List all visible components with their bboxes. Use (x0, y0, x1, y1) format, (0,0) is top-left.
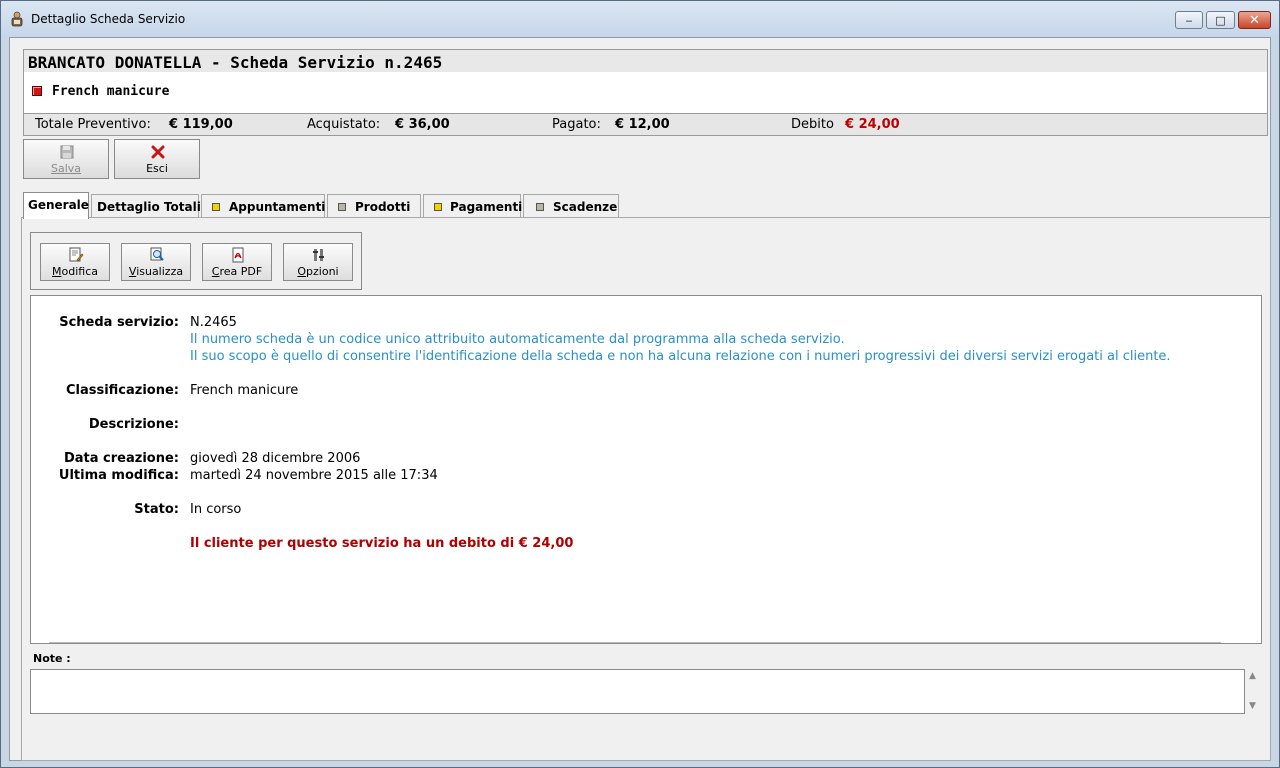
exit-label: Esci (146, 162, 168, 175)
ultima-modifica-label: Ultima modifica: (58, 468, 179, 483)
client-area: BRANCATO DONATELLA - Scheda Servizio n.2… (9, 37, 1271, 761)
scroll-up-icon[interactable]: ▲ (1249, 671, 1256, 681)
minimize-button[interactable]: ‒ (1175, 11, 1203, 29)
tab-pagamenti[interactable]: Pagamenti (423, 194, 523, 218)
data-creazione-label: Data creazione: (63, 451, 179, 466)
note-label: Note : (33, 652, 71, 665)
total-preventivo-label: Totale Preventivo: (35, 117, 151, 132)
modifica-label: Modifica (52, 265, 98, 278)
ultima-modifica-value: martedì 24 novembre 2015 alle 17:34 (190, 468, 438, 483)
data-creazione-value: giovedì 28 dicembre 2006 (190, 451, 361, 466)
red-marker-icon (32, 86, 42, 96)
edit-document-icon (68, 247, 84, 263)
scroll-down-icon[interactable]: ▼ (1249, 701, 1256, 711)
tab-appuntamenti[interactable]: Appuntamenti (201, 194, 325, 218)
gray-marker-icon (536, 203, 544, 211)
save-button[interactable]: Salva (23, 139, 109, 179)
stato-label: Stato: (134, 502, 179, 517)
pdf-icon (230, 247, 246, 263)
tab-label: Pagamenti (450, 200, 523, 214)
inner-toolbar: Modifica Visualizza Crea PDF Opzioni (30, 232, 362, 290)
maximize-button[interactable]: □ (1206, 11, 1235, 29)
gray-marker-icon (338, 203, 346, 211)
modifica-button[interactable]: Modifica (40, 243, 110, 281)
totals-bar: Totale Preventivo: € 119,00 Acquistato: … (23, 113, 1268, 136)
tab-panel-generale: Modifica Visualizza Crea PDF Opzioni Sch… (21, 217, 1271, 761)
magnifier-icon (149, 247, 165, 263)
tab-label: Generale (28, 198, 89, 212)
app-person-icon (11, 11, 23, 27)
yellow-marker-icon (212, 203, 220, 211)
tab-prodotti[interactable]: Prodotti (327, 194, 421, 218)
debt-warning: Il cliente per questo servizio ha un deb… (190, 536, 574, 551)
title-bar[interactable]: Dettaglio Scheda Servizio ‒ □ ✕ (1, 1, 1279, 37)
acquistato-label: Acquistato: (307, 117, 381, 132)
note-scrollbar[interactable]: ▲ ▼ (1247, 669, 1261, 714)
classificazione-label: Classificazione: (65, 383, 179, 398)
tab-dettaglio-totali[interactable]: Dettaglio Totali (91, 194, 201, 218)
pagato-label: Pagato: (552, 117, 601, 132)
descrizione-label: Descrizione: (88, 417, 179, 432)
opzioni-button[interactable]: Opzioni (283, 243, 353, 281)
close-button[interactable]: ✕ (1238, 11, 1271, 29)
classificazione-value: French manicure (190, 383, 299, 398)
tab-label: Prodotti (355, 200, 411, 214)
crea-pdf-label: Crea PDF (211, 265, 263, 278)
tab-label: Scadenze (553, 200, 618, 214)
tab-label: Appuntamenti (229, 200, 326, 214)
total-preventivo-value: € 119,00 (169, 117, 233, 132)
scheda-note-line-1: Il numero scheda è un codice unico attri… (190, 332, 845, 347)
debito-label: Debito (791, 117, 834, 132)
divider (49, 642, 1221, 643)
stato-value: In corso (190, 502, 242, 517)
scheda-servizio-value: N.2465 (190, 315, 237, 330)
app-window: Dettaglio Scheda Servizio ‒ □ ✕ BRANCATO… (0, 0, 1280, 768)
classification-label: French manicure (52, 84, 170, 99)
visualizza-label: Visualizza (128, 265, 184, 278)
window-title: Dettaglio Scheda Servizio (31, 12, 186, 26)
tab-generale[interactable]: Generale (23, 192, 89, 219)
minimize-icon: ‒ (1185, 13, 1193, 27)
close-icon: ✕ (1249, 12, 1260, 28)
visualizza-button[interactable]: Visualizza (121, 243, 191, 281)
scheda-note-line-2: Il suo scopo è quello di consentire l'id… (190, 349, 1171, 364)
detail-panel: Scheda servizio: N.2465 Il numero scheda… (30, 295, 1262, 644)
classification-header: French manicure (23, 72, 1268, 114)
exit-button[interactable]: Esci (114, 139, 200, 179)
maximize-icon: □ (1215, 13, 1226, 27)
crea-pdf-button[interactable]: Crea PDF (202, 243, 272, 281)
note-textarea[interactable] (30, 669, 1245, 714)
tab-scadenze[interactable]: Scadenze (523, 194, 619, 218)
red-x-icon (150, 144, 166, 160)
acquistato-value: € 36,00 (395, 117, 450, 132)
client-header: BRANCATO DONATELLA - Scheda Servizio n.2… (23, 49, 1268, 73)
pagato-value: € 12,00 (615, 117, 670, 132)
yellow-marker-icon (434, 203, 442, 211)
debito-value: € 24,00 (845, 117, 900, 132)
tab-label: Dettaglio Totali (97, 200, 201, 214)
save-label: Salva (50, 162, 82, 175)
floppy-icon (59, 144, 75, 160)
client-title: BRANCATO DONATELLA - Scheda Servizio n.2… (28, 53, 443, 72)
scheda-servizio-label: Scheda servizio: (59, 315, 179, 330)
opzioni-label: Opzioni (297, 265, 339, 278)
tools-icon (311, 247, 327, 263)
